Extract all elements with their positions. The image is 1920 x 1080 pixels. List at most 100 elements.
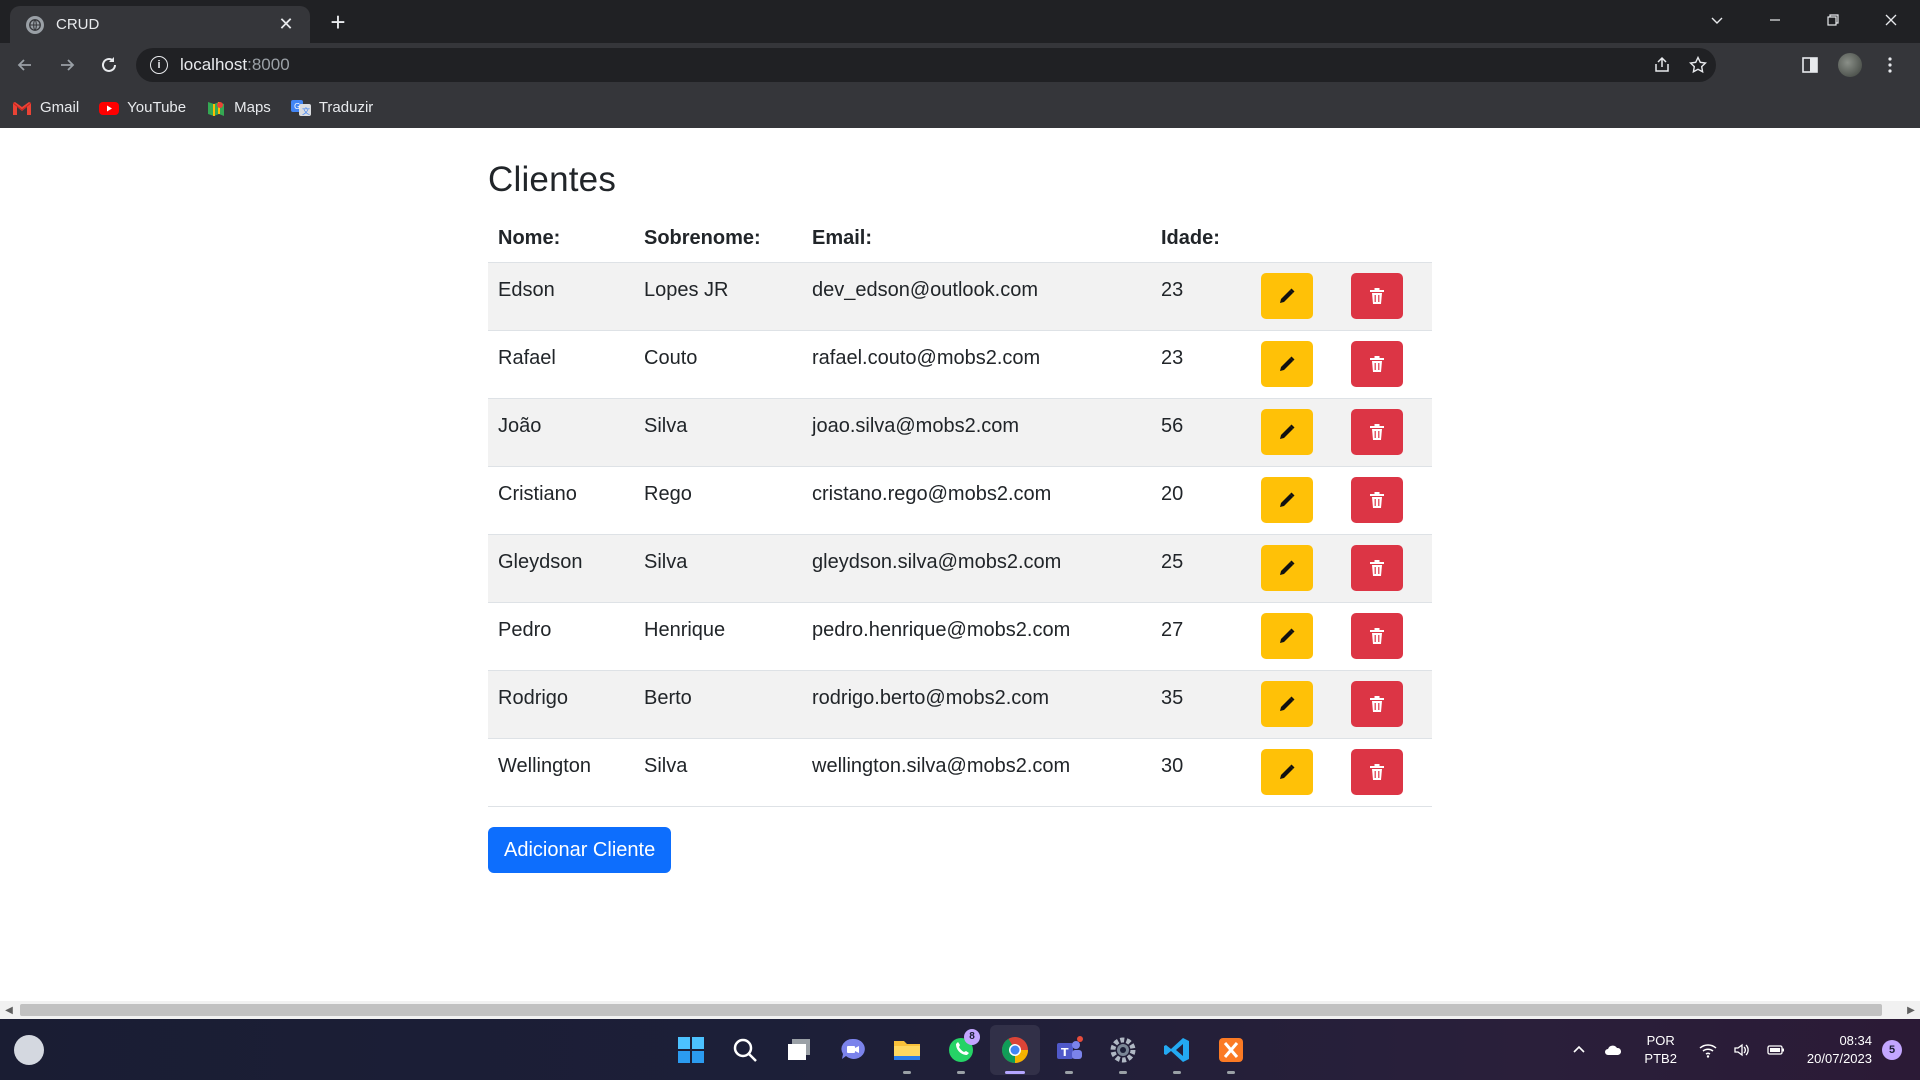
bookmark-maps[interactable]: Maps — [206, 99, 271, 116]
cell-nome: Edson — [488, 261, 634, 330]
table-row: Rodrigo Berto rodrigo.berto@mobs2.com 35 — [488, 669, 1432, 738]
cell-edit — [1251, 737, 1341, 807]
edit-button[interactable] — [1261, 340, 1313, 387]
cell-edit — [1251, 261, 1341, 330]
whatsapp-badge: 8 — [964, 1029, 980, 1045]
trash-icon — [1368, 491, 1386, 509]
battery-icon[interactable] — [1759, 1041, 1793, 1059]
cell-nome: João — [488, 397, 634, 466]
column-header-nome: Nome: — [498, 227, 561, 250]
chat-icon[interactable] — [828, 1025, 878, 1075]
edit-button[interactable] — [1261, 408, 1313, 455]
tab-title: CRUD — [56, 16, 100, 33]
svg-text:T: T — [1061, 1046, 1069, 1059]
minimize-icon[interactable] — [1746, 0, 1804, 40]
cell-idade: 25 — [1151, 533, 1251, 602]
browser-tab[interactable]: CRUD ✕ — [10, 6, 310, 43]
settings-icon[interactable] — [1098, 1025, 1148, 1075]
clock[interactable]: 08:34 20/07/2023 — [1807, 1032, 1872, 1068]
bookmark-label: Traduzir — [318, 99, 374, 116]
profile-avatar[interactable] — [1830, 48, 1870, 82]
vscode-icon[interactable] — [1152, 1025, 1202, 1075]
pencil-icon — [1278, 287, 1296, 305]
chrome-icon[interactable] — [990, 1025, 1040, 1075]
edit-button[interactable] — [1261, 612, 1313, 659]
notification-badge[interactable]: 5 — [1882, 1039, 1902, 1060]
clients-container: Clientes Nome: Sobrenome: Email: Idade: … — [488, 160, 1432, 873]
delete-button[interactable] — [1351, 476, 1403, 523]
table-row: Wellington Silva wellington.silva@mobs2.co… — [488, 737, 1432, 807]
bookmark-star-icon[interactable] — [1680, 48, 1716, 82]
address-bar[interactable]: i localhost:8000 — [136, 48, 1716, 82]
add-client-button[interactable]: Adicionar Cliente — [488, 826, 672, 873]
cell-edit — [1251, 397, 1341, 466]
teams-icon[interactable]: T — [1044, 1025, 1094, 1075]
wifi-icon[interactable] — [1691, 1041, 1725, 1059]
new-tab-icon[interactable]: + — [322, 6, 354, 38]
delete-button[interactable] — [1351, 680, 1403, 727]
edit-button[interactable] — [1261, 476, 1313, 523]
bookmark-label: Maps — [234, 99, 271, 116]
tab-search-icon[interactable] — [1688, 0, 1746, 40]
task-view-icon[interactable] — [774, 1025, 824, 1075]
forward-arrow-icon[interactable] — [50, 48, 84, 82]
language-indicator[interactable]: POR PTB2 — [1644, 1032, 1677, 1068]
cell-email: rodrigo.berto@mobs2.com — [802, 669, 1151, 738]
menu-kebab-icon[interactable] — [1870, 48, 1910, 82]
pencil-icon — [1278, 423, 1296, 441]
file-explorer-icon[interactable] — [882, 1025, 932, 1075]
delete-button[interactable] — [1351, 272, 1403, 319]
edit-button[interactable] — [1261, 544, 1313, 591]
pencil-icon — [1278, 763, 1296, 781]
cell-email: joao.silva@mobs2.com — [802, 397, 1151, 466]
scroll-right-arrow-icon[interactable]: ▶ — [1902, 1001, 1920, 1019]
horizontal-scrollbar[interactable]: ◀ ▶ — [0, 1001, 1920, 1019]
table-row: Pedro Henrique pedro.henrique@mobs2.com 27 — [488, 601, 1432, 670]
scrollbar-thumb[interactable] — [20, 1004, 1882, 1016]
edit-button[interactable] — [1261, 272, 1313, 319]
whatsapp-icon[interactable]: 8 — [936, 1025, 986, 1075]
delete-button[interactable] — [1351, 748, 1403, 795]
edit-button[interactable] — [1261, 748, 1313, 795]
bookmark-traduzir[interactable]: G文 Traduzir — [290, 99, 374, 116]
table-header-row: Nome: Sobrenome: Email: Idade: — [488, 210, 1432, 262]
onedrive-icon[interactable] — [1596, 1041, 1630, 1059]
edit-button[interactable] — [1261, 680, 1313, 727]
weather-widget-icon[interactable] — [14, 1035, 44, 1065]
close-tab-icon[interactable]: ✕ — [274, 14, 298, 35]
delete-button[interactable] — [1351, 408, 1403, 455]
close-window-icon[interactable] — [1862, 0, 1920, 40]
xampp-icon[interactable] — [1206, 1025, 1256, 1075]
column-header-sobrenome: Sobrenome: — [644, 227, 761, 250]
bookmark-label: YouTube — [127, 99, 187, 116]
scroll-left-arrow-icon[interactable]: ◀ — [0, 1001, 18, 1019]
cell-nome: Wellington — [488, 737, 634, 807]
trash-icon — [1368, 627, 1386, 645]
cell-email: dev_edson@outlook.com — [802, 261, 1151, 330]
table-row: João Silva joao.silva@mobs2.com 56 — [488, 397, 1432, 466]
share-icon[interactable] — [1644, 48, 1680, 82]
bookmark-label: Gmail — [40, 99, 80, 116]
side-panel-icon[interactable] — [1790, 48, 1830, 82]
cell-sobrenome: Lopes JR — [634, 261, 802, 330]
restore-icon[interactable] — [1804, 0, 1862, 40]
trash-icon — [1368, 695, 1386, 713]
chevron-up-icon[interactable] — [1562, 1041, 1596, 1059]
reload-icon[interactable] — [92, 48, 126, 82]
site-info-icon[interactable]: i — [150, 56, 168, 74]
bookmark-gmail[interactable]: Gmail — [12, 99, 79, 116]
cell-sobrenome: Couto — [634, 329, 802, 398]
cell-edit — [1251, 669, 1341, 738]
delete-button[interactable] — [1351, 340, 1403, 387]
volume-icon[interactable] — [1725, 1041, 1759, 1059]
column-header-idade: Idade: — [1161, 227, 1220, 250]
clients-table: Nome: Sobrenome: Email: Idade: Edson Lope… — [488, 210, 1432, 807]
back-arrow-icon[interactable] — [8, 48, 42, 82]
windows-start-icon[interactable] — [666, 1025, 716, 1075]
cell-delete — [1341, 533, 1432, 602]
bookmark-youtube[interactable]: YouTube — [99, 99, 186, 116]
delete-button[interactable] — [1351, 612, 1403, 659]
cell-nome: Rafael — [488, 329, 634, 398]
search-icon[interactable] — [720, 1025, 770, 1075]
delete-button[interactable] — [1351, 544, 1403, 591]
